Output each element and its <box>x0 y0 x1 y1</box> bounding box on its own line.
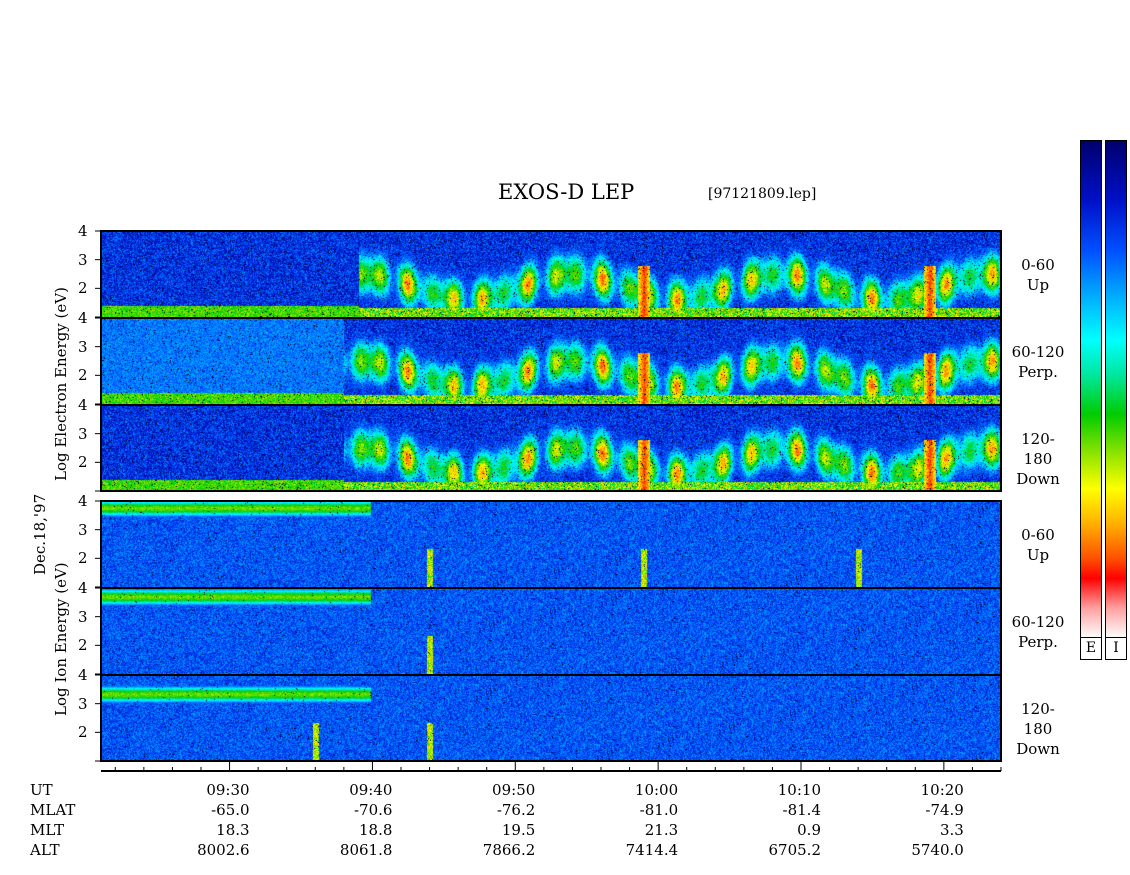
row-label-ut: UT <box>30 781 53 799</box>
row-value-mlat: -74.9 <box>925 801 964 819</box>
colorbar-electron-gradient <box>1081 141 1101 638</box>
row-value-mlat: -81.0 <box>639 801 679 819</box>
row-value-mlt: 19.5 <box>501 821 536 839</box>
row-value-mlt: 3.3 <box>939 821 964 839</box>
colorbar-ion: I <box>1105 140 1127 660</box>
row-value-mlat: -65.0 <box>211 801 250 819</box>
row-value-mlt: 18.8 <box>359 821 393 839</box>
row-value-alt: 8002.6 <box>197 841 250 859</box>
row-value-alt: 8061.8 <box>339 841 393 859</box>
electron-panel-frame <box>100 230 1002 492</box>
row-value-ut: 10:20 <box>920 781 964 799</box>
row-value-mlat: -70.6 <box>353 801 393 819</box>
row-label-mlt: MLT <box>30 821 65 839</box>
time-axis <box>95 230 1002 772</box>
row-value-alt: 6705.2 <box>768 841 822 859</box>
colorbar-ion-label: I <box>1106 637 1126 659</box>
row-value-alt: 7414.4 <box>625 841 679 859</box>
row-value-ut: 09:50 <box>492 781 536 799</box>
row-value-ut: 10:00 <box>634 781 679 799</box>
row-value-ut: 09:30 <box>206 781 250 799</box>
row-value-mlt: 21.3 <box>644 821 679 839</box>
row-label-mlat: MLAT <box>30 801 76 819</box>
colorbar-electron: E <box>1080 140 1102 660</box>
row-value-mlat: -76.2 <box>496 801 536 819</box>
row-value-ut: 10:10 <box>777 781 821 799</box>
colorbar-ion-gradient <box>1106 141 1126 638</box>
row-label-alt: ALT <box>30 841 60 859</box>
ion-panel-frame <box>100 500 1002 762</box>
row-value-ut: 09:40 <box>349 781 393 799</box>
row-value-alt: 7866.2 <box>482 841 536 859</box>
colorbar-electron-label: E <box>1081 637 1101 659</box>
row-value-mlt: 0.9 <box>797 821 821 839</box>
row-value-mlt: 18.3 <box>216 821 250 839</box>
row-value-alt: 5740.0 <box>911 841 964 859</box>
row-value-mlat: -81.4 <box>782 801 821 819</box>
